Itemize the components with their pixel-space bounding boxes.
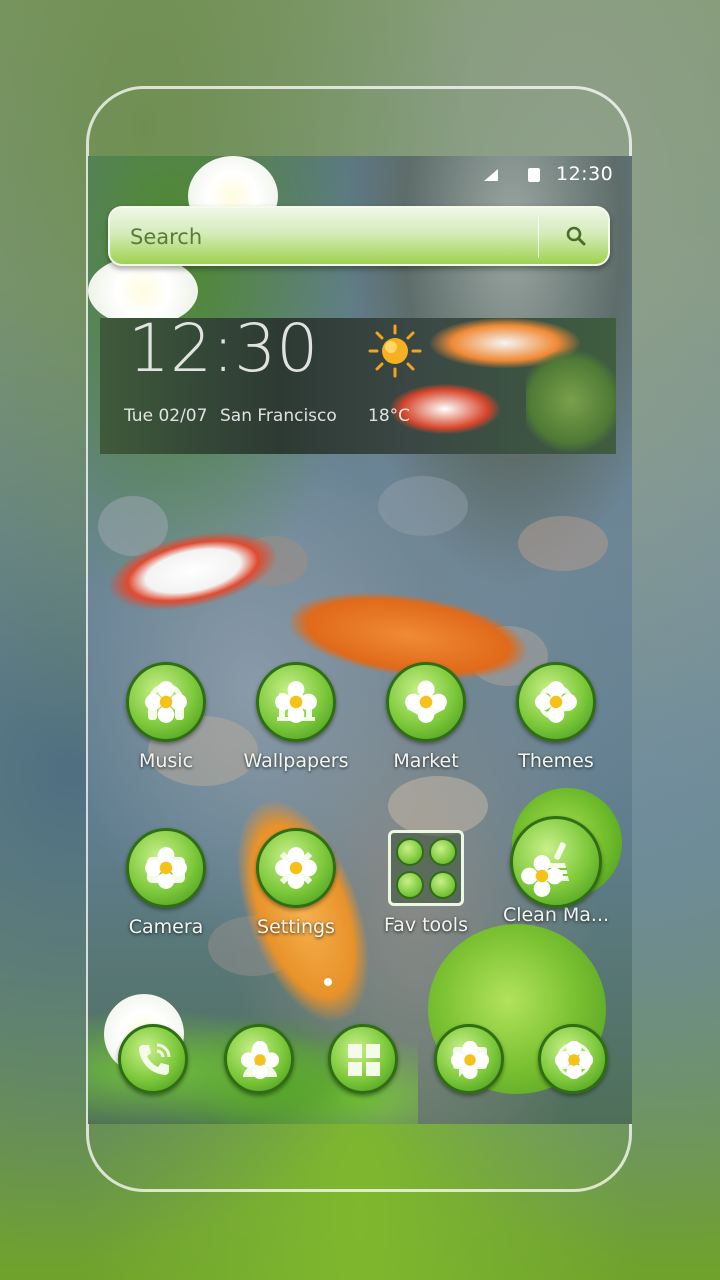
flower-decoration-icon [521, 855, 563, 897]
flower-decoration-icon [275, 847, 317, 889]
folder-mini-app-icon [396, 871, 424, 899]
flower-decoration-icon [405, 681, 447, 723]
app-icon-circle [538, 1024, 608, 1094]
folder-mini-app-icon [429, 838, 457, 866]
app-icon-circle [386, 662, 466, 742]
flower-decoration-icon [145, 681, 187, 723]
widget-city: San Francisco [220, 406, 337, 426]
dock-phone[interactable] [110, 1024, 196, 1094]
app-label: Camera [128, 916, 204, 938]
folder-icon [388, 830, 464, 906]
widget-date: Tue 02/07 [124, 406, 208, 426]
dock-contacts[interactable] [216, 1024, 302, 1094]
search-placeholder[interactable]: Search [130, 225, 202, 249]
battery-icon [528, 168, 540, 182]
app-label: Market [393, 750, 459, 772]
app-music[interactable]: Music [106, 662, 226, 772]
app-label: Music [138, 750, 194, 772]
widget-time: 12:30 [128, 310, 319, 387]
app-settings[interactable]: Settings [236, 828, 356, 938]
flower-decoration-icon [450, 1040, 490, 1080]
signal-icon [484, 169, 498, 181]
phone-icon [139, 1043, 171, 1075]
dock-browser[interactable] [530, 1024, 616, 1094]
sun-icon [368, 324, 422, 378]
app-icon-circle [510, 816, 602, 908]
app-icon-circle [126, 662, 206, 742]
app-fav-tools-folder[interactable]: Fav tools [366, 830, 486, 936]
app-label: Settings [257, 916, 335, 938]
app-icon-circle [256, 662, 336, 742]
app-icon-circle [328, 1024, 398, 1094]
search-bar[interactable]: Search [108, 206, 610, 266]
flower-decoration-icon [554, 1040, 594, 1080]
app-icon-circle [256, 828, 336, 908]
app-label: Wallpapers [243, 750, 349, 772]
app-icon-circle [516, 662, 596, 742]
app-camera[interactable]: Camera [106, 828, 226, 938]
app-themes[interactable]: Themes [496, 662, 616, 772]
flower-decoration-icon [240, 1040, 280, 1080]
dock-messages[interactable] [426, 1024, 512, 1094]
pebble [388, 776, 488, 836]
app-icon-circle [118, 1024, 188, 1094]
app-drawer-icon [348, 1044, 380, 1076]
home-screen: 12:30 Search 12:30 Tue 02/07 San Francis… [88, 156, 632, 1124]
dock-app-drawer[interactable] [320, 1024, 406, 1094]
moss-rock [526, 348, 616, 454]
app-icon-circle [126, 828, 206, 908]
app-icon-circle [224, 1024, 294, 1094]
widget-temperature: 18°C [368, 406, 411, 426]
clock-weather-widget[interactable]: 12:30 Tue 02/07 San Francisco 18°C [100, 310, 616, 454]
app-label: Themes [518, 750, 594, 772]
page-indicator-dot [324, 978, 332, 986]
app-market[interactable]: Market [366, 662, 486, 772]
folder-mini-app-icon [396, 838, 424, 866]
app-icon-circle [434, 1024, 504, 1094]
folder-mini-app-icon [429, 871, 457, 899]
app-wallpapers[interactable]: Wallpapers [236, 662, 356, 772]
search-divider [538, 216, 539, 258]
status-clock: 12:30 [556, 163, 614, 185]
pebble [518, 516, 608, 571]
app-clean-master[interactable]: Clean Ma... [496, 816, 616, 926]
flower-decoration-icon [145, 847, 187, 889]
app-label: Fav tools [384, 914, 468, 936]
pebble [378, 476, 468, 536]
search-icon[interactable] [562, 222, 590, 250]
flower-decoration-icon [535, 681, 577, 723]
status-bar: 12:30 [88, 156, 632, 192]
flower-decoration-icon [275, 681, 317, 723]
